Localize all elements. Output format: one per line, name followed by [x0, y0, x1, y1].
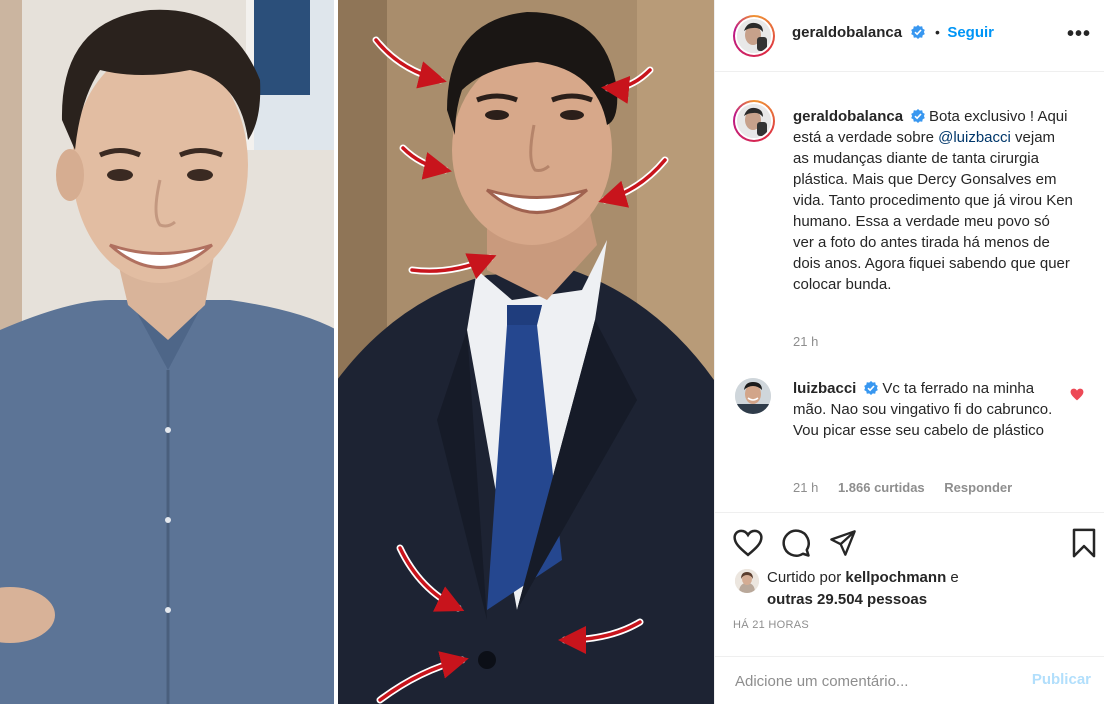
- more-options-icon[interactable]: •••: [1067, 24, 1091, 44]
- comments-area: geraldobalanca Bota exclusivo ! Aqui est…: [715, 72, 1104, 512]
- post-media[interactable]: [0, 0, 714, 704]
- liker-avatar[interactable]: [735, 569, 759, 593]
- verified-badge-icon: [911, 109, 925, 123]
- post-actions: Curtido por kellpochmann e outras 29.504…: [715, 512, 1104, 662]
- comment: luizbacci Vc ta ferrado na minha mão. Na…: [793, 378, 1053, 441]
- follow-button[interactable]: Seguir: [947, 24, 994, 41]
- comment-liked-heart-icon[interactable]: [1070, 388, 1084, 401]
- verified-badge-icon: [864, 381, 879, 395]
- comment-bubble-icon[interactable]: [781, 528, 811, 558]
- caption-time[interactable]: 21 h: [793, 334, 818, 349]
- liked-by-and: e: [946, 569, 959, 586]
- caption-author-avatar[interactable]: [733, 100, 775, 142]
- post-timestamp[interactable]: HÁ 21 HORAS: [733, 619, 809, 631]
- post-side-panel: geraldobalanca • Seguir ••• geraldobalan…: [714, 0, 1104, 704]
- caption-meta: 21 h: [793, 334, 834, 349]
- annotation-arrows: [372, 36, 669, 704]
- caption-mention-link[interactable]: @luizbacci: [938, 129, 1011, 146]
- commenter-username[interactable]: luizbacci: [793, 380, 856, 397]
- caption-text-end: vejam as mudanças diante de tanta cirurg…: [793, 129, 1073, 293]
- liked-by-prefix: Curtido por: [767, 569, 846, 586]
- add-comment-bar: Publicar: [715, 656, 1104, 704]
- separator-dot: •: [934, 24, 940, 40]
- like-heart-icon[interactable]: [733, 529, 763, 557]
- comment-input[interactable]: [733, 665, 1027, 697]
- comment-meta: 21 h 1.866 curtidas Responder: [793, 480, 1028, 495]
- bookmark-save-icon[interactable]: [1071, 528, 1097, 558]
- caption: geraldobalanca Bota exclusivo ! Aqui est…: [793, 106, 1073, 295]
- verified-badge-icon: [910, 25, 925, 39]
- liked-by-user-link[interactable]: kellpochmann: [845, 569, 946, 586]
- paper-plane-share-icon[interactable]: [829, 529, 857, 557]
- comment-likes-count[interactable]: 1.866 curtidas: [838, 480, 925, 495]
- commenter-avatar[interactable]: [735, 378, 771, 414]
- caption-username[interactable]: geraldobalanca: [793, 108, 903, 125]
- liked-by: Curtido por kellpochmann e outras 29.504…: [767, 567, 1067, 611]
- reply-button[interactable]: Responder: [944, 480, 1012, 495]
- liked-by-others-link[interactable]: outras 29.504 pessoas: [767, 591, 927, 608]
- author-avatar[interactable]: [733, 15, 775, 57]
- comment-time[interactable]: 21 h: [793, 480, 818, 495]
- publish-button[interactable]: Publicar: [1032, 671, 1091, 688]
- author-username[interactable]: geraldobalanca: [792, 24, 902, 41]
- post-header: geraldobalanca • Seguir •••: [715, 0, 1104, 72]
